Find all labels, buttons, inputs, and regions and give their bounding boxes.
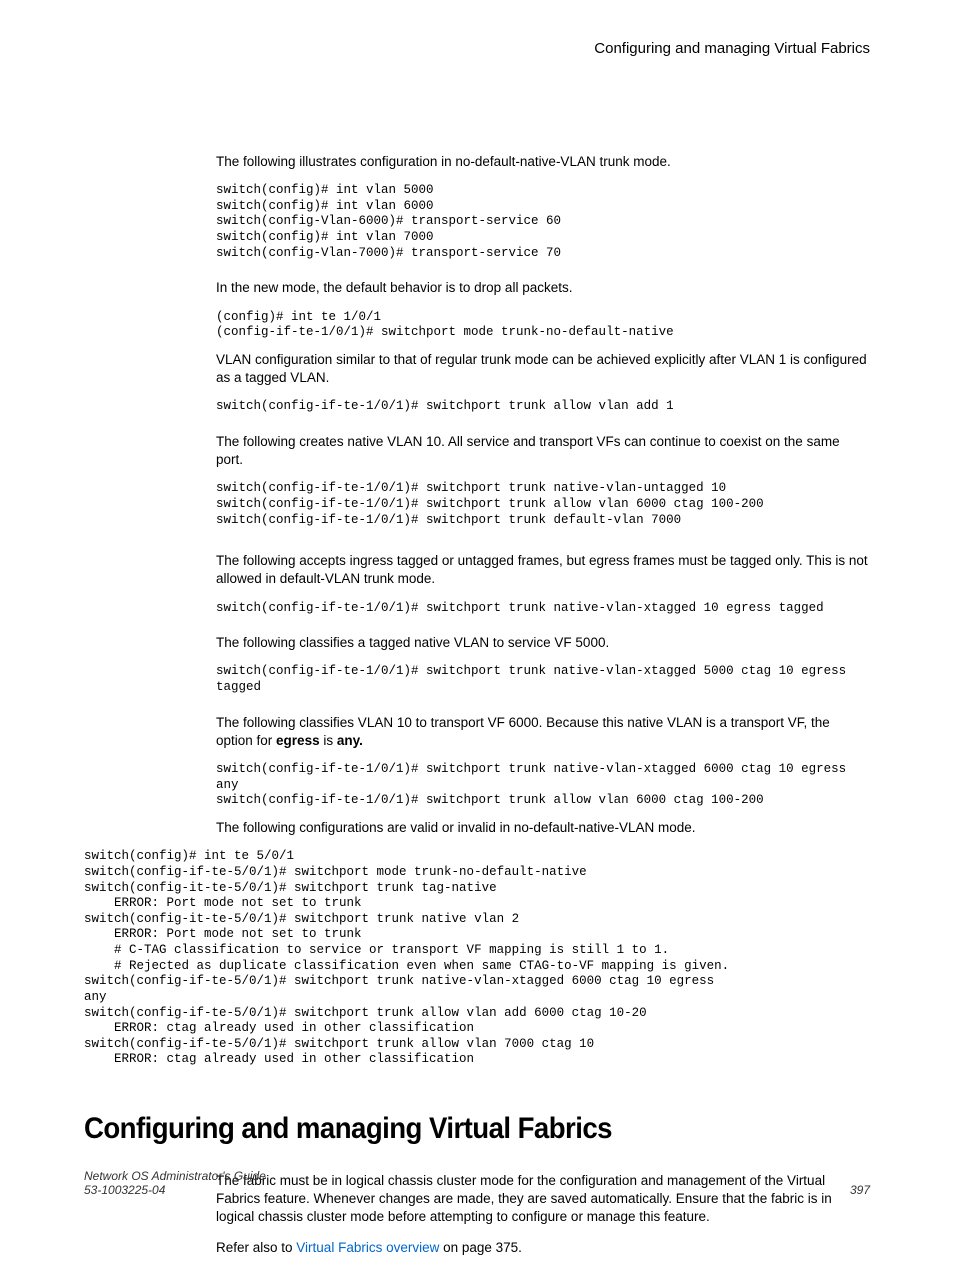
section-heading: Configuring and managing Virtual Fabrics <box>84 1112 807 1146</box>
code-block: switch(config-if-te-1/0/1)# switchport t… <box>84 481 870 528</box>
footer-doc-id: 53-1003225-04 <box>84 1183 870 1197</box>
cross-reference-link[interactable]: Virtual Fabrics overview <box>296 1240 439 1255</box>
code-block: (config)# int te 1/0/1 (config-if-te-1/0… <box>84 310 870 341</box>
code-block: switch(config)# int te 5/0/1 switch(conf… <box>84 849 870 1068</box>
footer-page-number: 397 <box>850 1183 870 1197</box>
paragraph: The following accepts ingress tagged or … <box>216 552 870 588</box>
text-bold: egress <box>276 733 320 748</box>
text-bold: any. <box>337 733 363 748</box>
paragraph: The following classifies VLAN 10 to tran… <box>216 714 870 750</box>
code-block: switch(config-if-te-1/0/1)# switchport t… <box>84 601 870 617</box>
footer-doc-title: Network OS Administrator's Guide <box>84 1169 870 1183</box>
paragraph: Refer also to Virtual Fabrics overview o… <box>216 1239 870 1257</box>
page-footer: Network OS Administrator's Guide 53-1003… <box>84 1169 870 1197</box>
code-block: switch(config-if-te-1/0/1)# switchport t… <box>84 399 870 415</box>
code-block: switch(config-if-te-1/0/1)# switchport t… <box>84 664 870 695</box>
paragraph: The following illustrates configuration … <box>216 153 870 171</box>
text: Refer also to <box>216 1240 296 1255</box>
text: on page 375. <box>439 1240 522 1255</box>
code-block: switch(config-if-te-1/0/1)# switchport t… <box>84 762 870 809</box>
paragraph: In the new mode, the default behavior is… <box>216 279 870 297</box>
paragraph: VLAN configuration similar to that of re… <box>216 351 870 387</box>
paragraph: The following configurations are valid o… <box>216 819 870 837</box>
text: is <box>320 733 337 748</box>
paragraph: The following creates native VLAN 10. Al… <box>216 433 870 469</box>
code-block: switch(config)# int vlan 5000 switch(con… <box>84 183 870 261</box>
paragraph: The following classifies a tagged native… <box>216 634 870 652</box>
running-header: Configuring and managing Virtual Fabrics <box>84 40 870 57</box>
